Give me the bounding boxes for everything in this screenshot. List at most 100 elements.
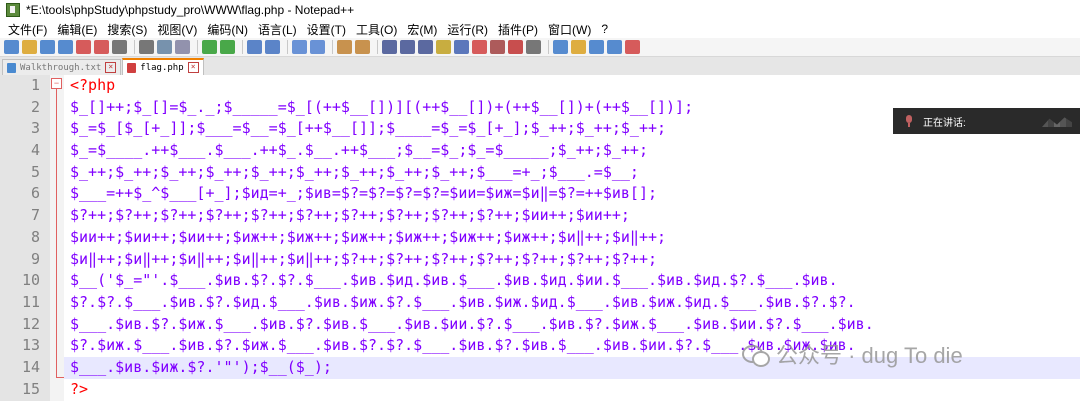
new-file-icon[interactable] bbox=[4, 40, 19, 54]
doc-map-icon[interactable] bbox=[436, 40, 451, 54]
play-macro-icon[interactable] bbox=[589, 40, 604, 54]
line-number: 14 bbox=[21, 357, 40, 376]
menu-item[interactable]: 插件(P) bbox=[494, 21, 542, 38]
code-line[interactable]: $?.$?.$___.$ив.$?.$ид.$___.$ив.$иж.$?.$_… bbox=[64, 292, 1080, 314]
line-number: 3 bbox=[30, 119, 40, 138]
redo-icon[interactable] bbox=[220, 40, 235, 54]
close-icon[interactable]: × bbox=[187, 62, 199, 73]
replace-icon[interactable] bbox=[265, 40, 280, 54]
tab-2[interactable]: flag.php × bbox=[122, 58, 204, 75]
code-line[interactable]: $___=++$_^$___[+_];$ид=+_;$ив=$?=$?=$?=$… bbox=[64, 183, 1080, 205]
stop-macro-icon[interactable] bbox=[571, 40, 586, 54]
undo-icon[interactable] bbox=[202, 40, 217, 54]
copy-icon[interactable] bbox=[157, 40, 172, 54]
line-number: 9 bbox=[30, 249, 40, 268]
monitor-icon[interactable] bbox=[490, 40, 505, 54]
tab-1[interactable]: Walkthrough.txt × bbox=[2, 59, 122, 75]
cut-icon[interactable] bbox=[139, 40, 154, 54]
menu-item[interactable]: 设置(T) bbox=[303, 21, 350, 38]
speaking-indicator: 正在讲话: bbox=[893, 108, 1080, 134]
save-all-icon[interactable] bbox=[58, 40, 73, 54]
tab-label: flag.php bbox=[140, 62, 184, 73]
word-wrap-icon[interactable] bbox=[382, 40, 397, 54]
fold-end bbox=[56, 377, 64, 378]
toolbar-separator bbox=[134, 40, 135, 54]
sync-vertical-icon[interactable] bbox=[337, 40, 352, 54]
line-number: 8 bbox=[30, 227, 40, 246]
line-number: 6 bbox=[30, 184, 40, 203]
menu-item[interactable]: 编码(N) bbox=[203, 21, 252, 38]
line-number: 10 bbox=[21, 271, 40, 290]
paste-icon[interactable] bbox=[175, 40, 190, 54]
fold-line bbox=[56, 89, 57, 377]
wechat-icon bbox=[742, 343, 770, 367]
menu-item[interactable]: 运行(R) bbox=[443, 21, 492, 38]
toolbar-separator bbox=[332, 40, 333, 54]
close-icon[interactable]: × bbox=[105, 62, 117, 73]
menu-item[interactable]: 搜索(S) bbox=[103, 21, 151, 38]
line-number: 13 bbox=[21, 336, 40, 355]
eye-icon[interactable] bbox=[526, 40, 541, 54]
line-number: 11 bbox=[21, 292, 40, 311]
title-bar: *E:\tools\phpStudy\phpstudy_pro\WWW\flag… bbox=[0, 0, 1080, 20]
find-icon[interactable] bbox=[247, 40, 262, 54]
code-line[interactable]: $и‖++;$и‖++;$и‖++;$и‖++;$и‖++;$?++;$?++;… bbox=[64, 249, 1080, 271]
menu-item[interactable]: 编辑(E) bbox=[53, 21, 101, 38]
toolbar-separator bbox=[287, 40, 288, 54]
toolbar-separator bbox=[377, 40, 378, 54]
code-line[interactable]: $?++;$?++;$?++;$?++;$?++;$?++;$?++;$?++;… bbox=[64, 205, 1080, 227]
zoom-out-icon[interactable] bbox=[310, 40, 325, 54]
menu-item[interactable]: 视图(V) bbox=[153, 21, 201, 38]
record-macro-icon[interactable] bbox=[553, 40, 568, 54]
close-icon[interactable] bbox=[76, 40, 91, 54]
folder-workspace-icon[interactable] bbox=[472, 40, 487, 54]
save-icon[interactable] bbox=[40, 40, 55, 54]
show-all-chars-icon[interactable] bbox=[400, 40, 415, 54]
code-line[interactable]: $_=$____.++$___.$___.++$_.$__.++$___;$__… bbox=[64, 140, 1080, 162]
line-number: 5 bbox=[30, 162, 40, 181]
notepad-plus-plus-icon bbox=[6, 3, 20, 17]
code-line[interactable]: $_++;$_++;$_++;$_++;$_++;$_++;$_++;$_++;… bbox=[64, 162, 1080, 184]
microphone-icon bbox=[905, 115, 913, 127]
line-number: 1 bbox=[30, 76, 40, 94]
line-number-gutter: 1 2 3 4 5 6 7 8 9 10 11 12 13 14 15 bbox=[0, 75, 50, 401]
speaking-label: 正在讲话: bbox=[923, 117, 966, 129]
line-number: 4 bbox=[30, 141, 40, 160]
code-line[interactable]: <?php bbox=[64, 75, 1080, 97]
indent-guide-icon[interactable] bbox=[418, 40, 433, 54]
print-icon[interactable] bbox=[112, 40, 127, 54]
code-line[interactable]: $ии++;$ии++;$ии++;$иж++;$иж++;$иж++;$иж+… bbox=[64, 227, 1080, 249]
menu-item[interactable]: 宏(M) bbox=[403, 21, 441, 38]
tab-bar: Walkthrough.txt × flag.php × bbox=[0, 57, 1080, 76]
audio-wave-icon bbox=[1042, 117, 1072, 127]
toolbar-separator bbox=[242, 40, 243, 54]
menu-bar: 文件(F) 编辑(E) 搜索(S) 视图(V) 编码(N) 语言(L) 设置(T) 工具(O)… bbox=[0, 20, 1080, 38]
menu-item[interactable]: 工具(O) bbox=[352, 21, 401, 38]
watermark: 公众号 · dug To die bbox=[742, 338, 963, 370]
save-macro-icon[interactable] bbox=[625, 40, 640, 54]
window-title: *E:\tools\phpStudy\phpstudy_pro\WWW\flag… bbox=[26, 3, 355, 17]
code-line[interactable]: $__('$_="'.$___.$ив.$?.$?.$___.$ив.$ид.$… bbox=[64, 270, 1080, 292]
close-all-icon[interactable] bbox=[94, 40, 109, 54]
line-number: 7 bbox=[30, 206, 40, 225]
toolbar-separator bbox=[197, 40, 198, 54]
code-line[interactable]: ?> bbox=[64, 379, 1080, 401]
menu-item[interactable]: 语言(L) bbox=[254, 21, 301, 38]
function-list-icon[interactable] bbox=[454, 40, 469, 54]
menu-item[interactable]: 文件(F) bbox=[4, 21, 51, 38]
saved-file-icon bbox=[7, 62, 16, 73]
menu-item[interactable]: ? bbox=[597, 22, 612, 36]
zoom-in-icon[interactable] bbox=[292, 40, 307, 54]
tab-label: Walkthrough.txt bbox=[20, 62, 102, 73]
line-number: 15 bbox=[21, 379, 40, 398]
unsaved-file-icon bbox=[127, 62, 137, 73]
code-line[interactable]: $___.$ив.$?.$иж.$___.$ив.$?.$ив.$___.$ив… bbox=[64, 314, 1080, 336]
run-macro-icon[interactable] bbox=[607, 40, 622, 54]
open-file-icon[interactable] bbox=[22, 40, 37, 54]
lang-icon[interactable] bbox=[508, 40, 523, 54]
sync-horizontal-icon[interactable] bbox=[355, 40, 370, 54]
menu-item[interactable]: 窗口(W) bbox=[544, 21, 595, 38]
fold-margin: − bbox=[50, 75, 64, 401]
fold-minus-icon[interactable]: − bbox=[51, 78, 62, 89]
toolbar bbox=[0, 38, 1080, 57]
